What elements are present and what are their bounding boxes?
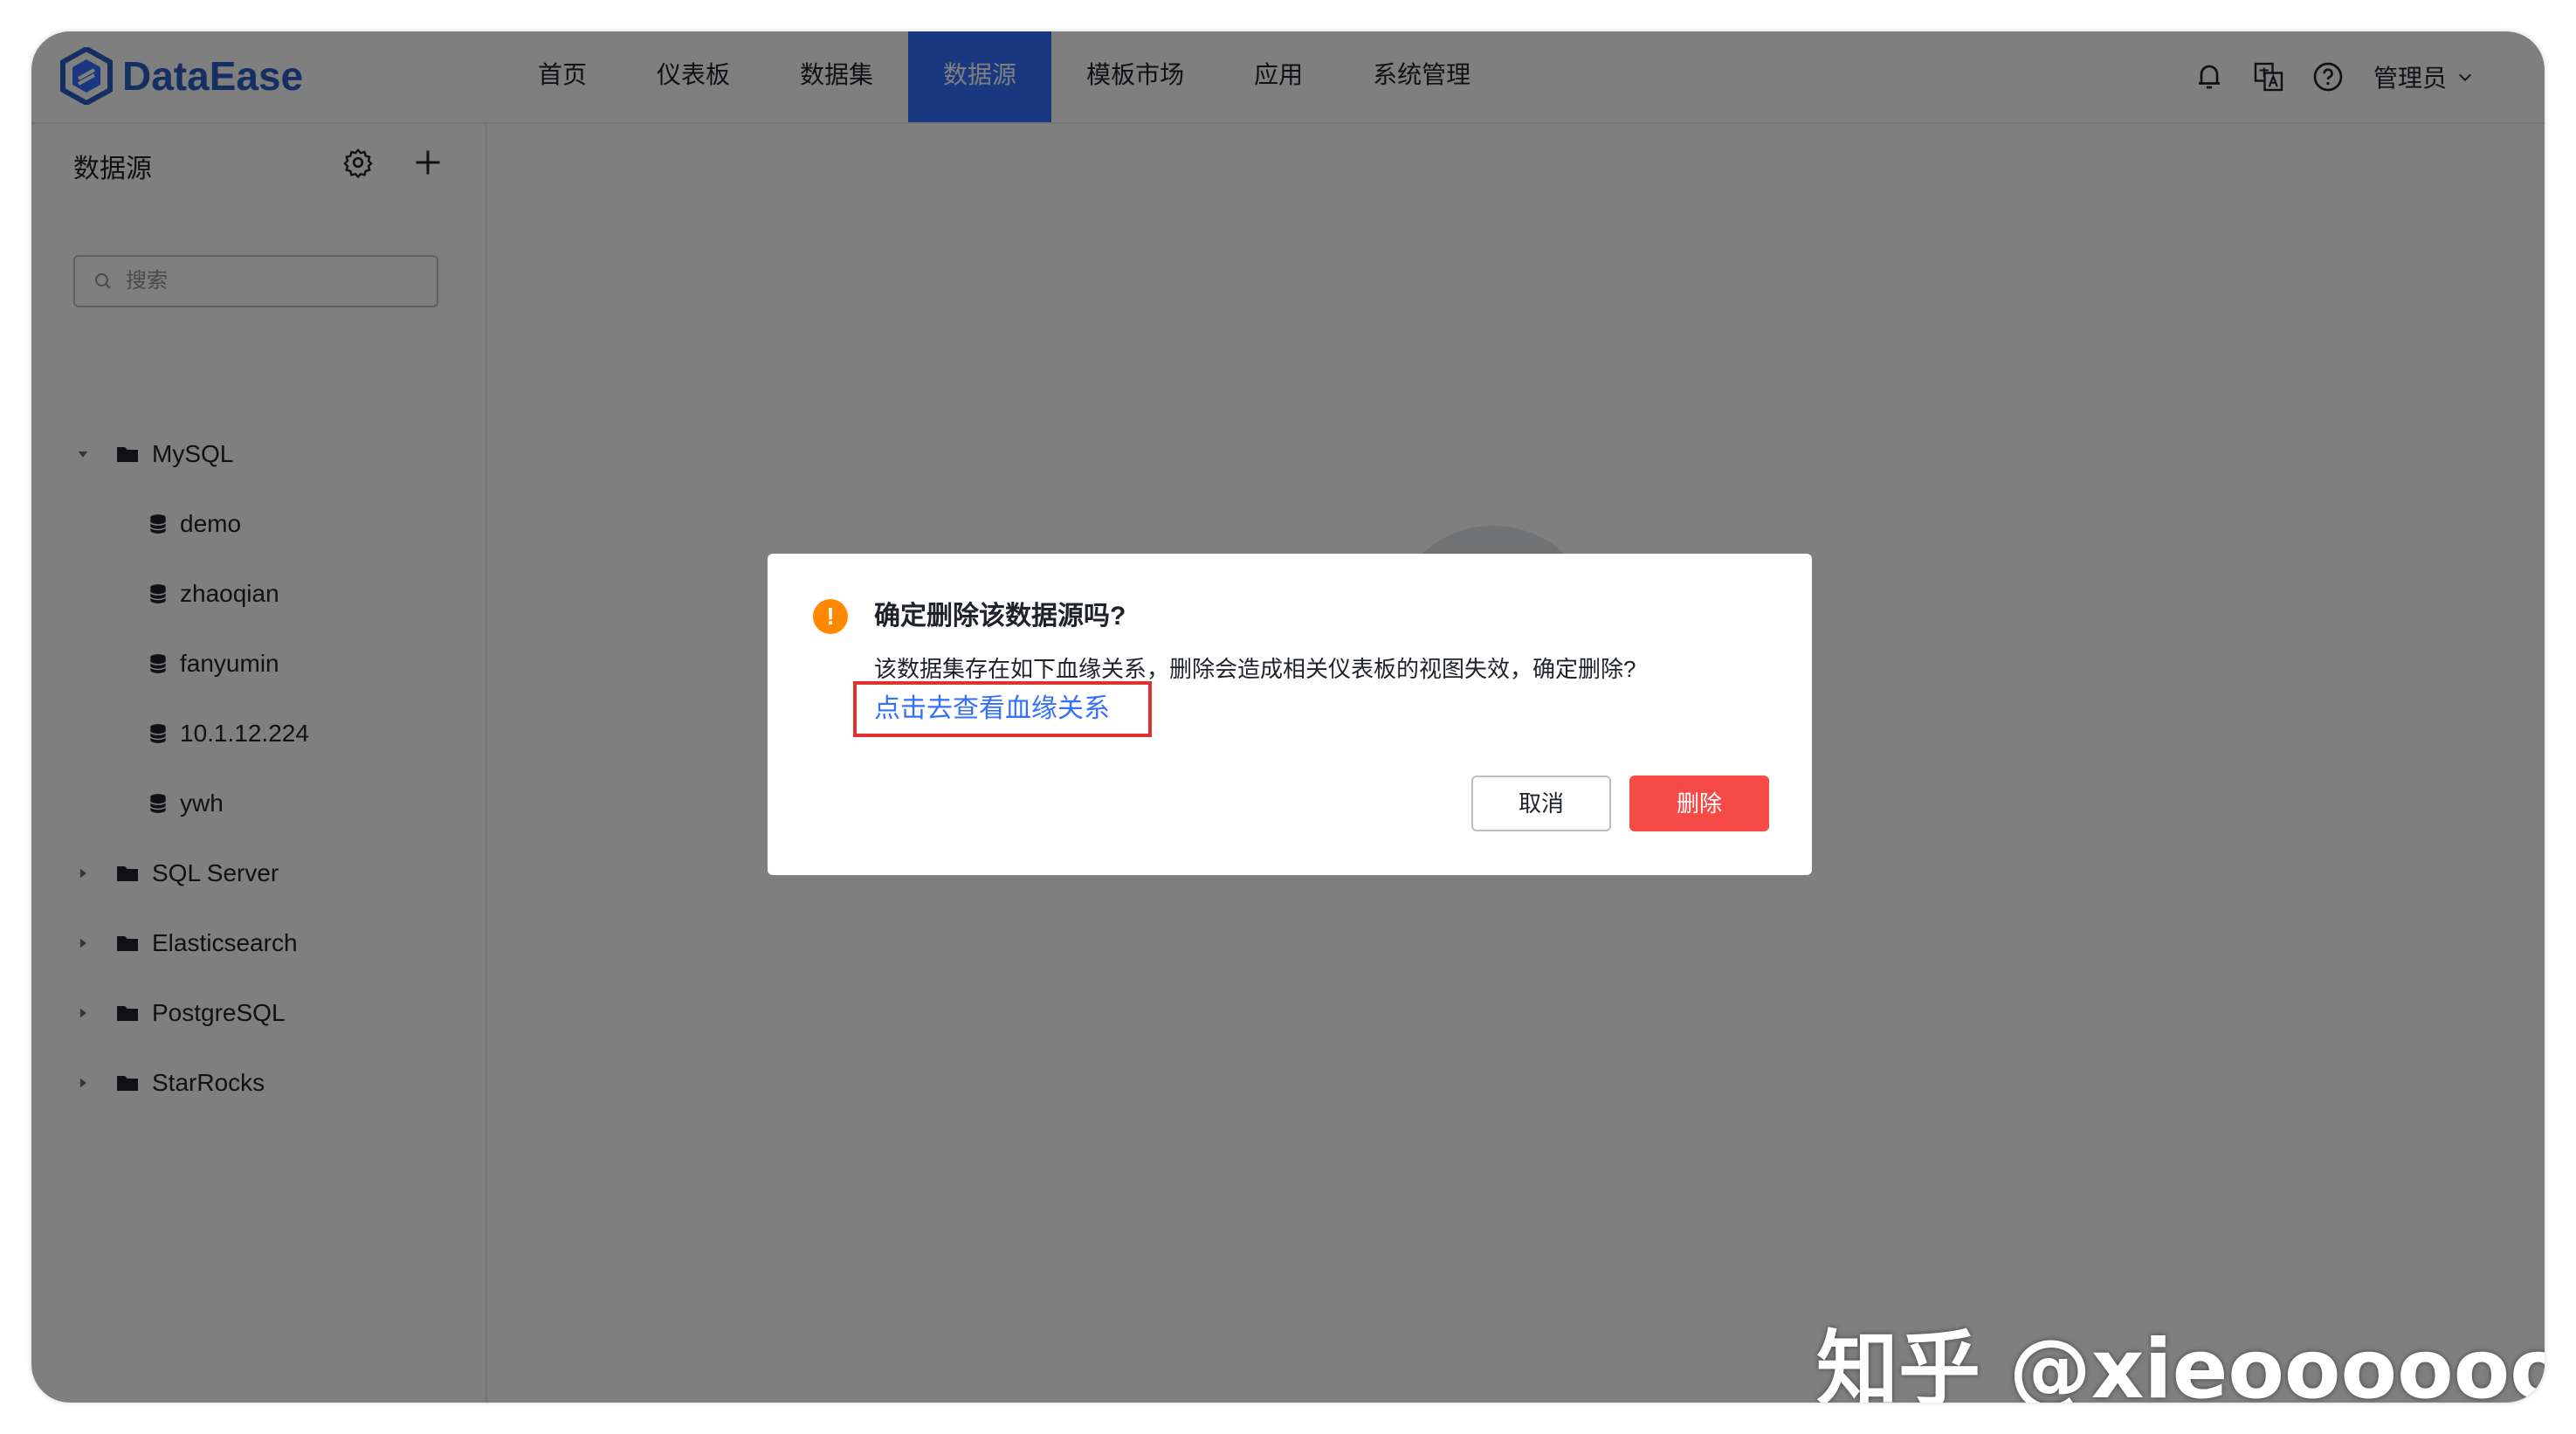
app-window: DataEase 首页 仪表板 数据集 数据源 模板市场 应用 系统管理 管理员 bbox=[31, 31, 2545, 1403]
dialog-title: 确定删除该数据源吗? bbox=[874, 602, 1126, 631]
watermark: 知乎 @xieoooooooo bbox=[1816, 1322, 2545, 1403]
delete-button[interactable]: 删除 bbox=[1629, 776, 1769, 831]
warning-icon: ! bbox=[813, 599, 848, 634]
view-lineage-link[interactable]: 点击去查看血缘关系 bbox=[874, 693, 1110, 725]
cancel-button[interactable]: 取消 bbox=[1471, 776, 1611, 831]
delete-confirm-dialog: ! 确定删除该数据源吗? 该数据集存在如下血缘关系，删除会造成相关仪表板的视图失… bbox=[768, 554, 1812, 875]
dialog-message: 该数据集存在如下血缘关系，删除会造成相关仪表板的视图失效，确定删除? bbox=[874, 656, 1636, 682]
